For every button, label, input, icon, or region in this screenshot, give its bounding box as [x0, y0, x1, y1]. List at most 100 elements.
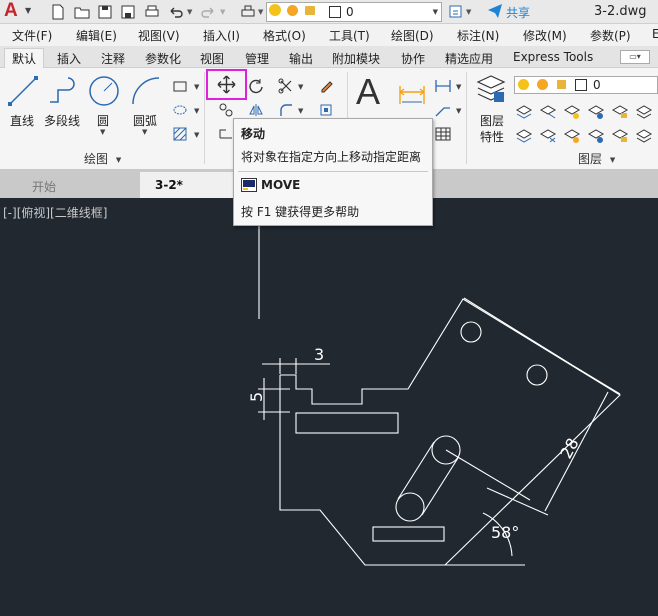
chevron-down-icon[interactable]: ▼: [456, 107, 461, 115]
menu-view[interactable]: 视图(V): [138, 27, 180, 44]
layer-tool-icon[interactable]: [635, 129, 653, 143]
chevron-down-icon[interactable]: ▼: [194, 107, 199, 115]
menu-draw[interactable]: 绘图(D): [391, 27, 434, 44]
arc-tool[interactable]: 圆弧 ▼: [130, 74, 162, 136]
move-icon: [217, 75, 236, 94]
erase-icon[interactable]: [318, 78, 334, 94]
menu-parametric[interactable]: 参数(P): [590, 27, 631, 44]
tab-insert[interactable]: 插入: [57, 50, 81, 67]
chevron-down-icon[interactable]: ▼: [258, 8, 263, 16]
explode-icon[interactable]: [318, 102, 334, 118]
tab-featured-apps[interactable]: 精选应用: [445, 50, 493, 67]
part-outline: [279, 298, 621, 566]
chevron-down-icon[interactable]: ▼: [466, 8, 471, 16]
layer-tool-icon[interactable]: [587, 105, 605, 119]
layer-tool-icon[interactable]: [587, 129, 605, 143]
workspace-icon[interactable]: [448, 4, 464, 20]
unlock-icon: [305, 6, 315, 15]
tab-output[interactable]: 输出: [289, 50, 313, 67]
chevron-down-icon[interactable]: ▼: [220, 8, 225, 16]
polyline-icon: [50, 77, 75, 103]
dimension-label-5: 5: [247, 392, 266, 402]
hole-circle: [460, 321, 482, 343]
layer-tool-icon[interactable]: [563, 129, 581, 143]
circle-label: 圆: [97, 114, 110, 128]
table-icon[interactable]: [434, 126, 452, 142]
layer-tool-icon[interactable]: [611, 105, 629, 118]
stretch-icon[interactable]: [218, 126, 234, 142]
chevron-down-icon[interactable]: ▼: [194, 131, 199, 139]
text-tool[interactable]: A: [354, 72, 386, 116]
new-file-icon[interactable]: [50, 4, 66, 20]
layer-properties-button[interactable]: 图层 特性: [474, 72, 510, 148]
draw-panel-title[interactable]: 绘图 ▼: [84, 150, 121, 166]
layer-state-dropdown[interactable]: 0: [514, 76, 658, 94]
open-folder-icon[interactable]: [74, 4, 90, 20]
trim-icon[interactable]: [278, 78, 294, 94]
menu-dimension[interactable]: 标注(N): [457, 27, 499, 44]
layer-tool-icon[interactable]: [515, 105, 533, 119]
layer-name: 0: [593, 78, 601, 92]
menu-more[interactable]: E: [652, 27, 658, 41]
layer-tool-icon[interactable]: [539, 129, 557, 143]
tab-collaborate[interactable]: 协作: [401, 50, 425, 67]
chevron-down-icon[interactable]: ▼: [298, 83, 303, 91]
save-as-icon[interactable]: [120, 4, 136, 20]
chevron-down-icon[interactable]: ▼: [456, 83, 461, 91]
layer-tool-icon[interactable]: [515, 129, 533, 143]
layer-dropdown[interactable]: 0 ▼: [266, 2, 442, 22]
layer-tool-icon[interactable]: [635, 105, 653, 119]
tooltip-description: 将对象在指定方向上移动指定距离: [241, 150, 422, 164]
panel-divider: [466, 72, 467, 164]
rectangle-icon[interactable]: [172, 78, 188, 94]
menu-edit[interactable]: 编辑(E): [76, 27, 117, 44]
menu-format[interactable]: 格式(O): [263, 27, 306, 44]
tab-addins[interactable]: 附加模块: [332, 50, 380, 67]
print-icon[interactable]: [144, 4, 160, 20]
layer-tools-grid: [514, 100, 658, 146]
menu-insert[interactable]: 插入(I): [203, 27, 240, 44]
tab-manage[interactable]: 管理: [245, 50, 269, 67]
move-button[interactable]: [206, 69, 247, 100]
chevron-down-icon[interactable]: ▼: [298, 107, 303, 115]
dimension-icon[interactable]: [396, 76, 428, 110]
mirror-icon[interactable]: [248, 102, 264, 118]
undo-icon[interactable]: [168, 4, 184, 20]
layer-tool-icon[interactable]: [611, 129, 629, 142]
rotate-icon[interactable]: [248, 78, 264, 94]
tab-express-tools[interactable]: Express Tools: [513, 50, 593, 64]
application-menu-button[interactable]: A ▼: [4, 0, 38, 23]
menu-modify[interactable]: 修改(M): [523, 27, 567, 44]
tab-view[interactable]: 视图: [200, 50, 224, 67]
menu-file[interactable]: 文件(F): [12, 27, 52, 44]
tab-home[interactable]: 默认: [12, 50, 36, 67]
copy-icon[interactable]: [218, 102, 234, 118]
chevron-down-icon[interactable]: ▼: [194, 83, 199, 91]
ribbon-options-button[interactable]: ▭▾: [620, 50, 650, 64]
paper-plane-icon: [488, 4, 502, 18]
start-tab[interactable]: 开始: [18, 172, 128, 198]
line-tool[interactable]: 直线: [6, 74, 40, 130]
layers-panel-title[interactable]: 图层 ▼: [578, 150, 615, 166]
polyline-tool[interactable]: 多段线: [44, 74, 84, 130]
fillet-icon[interactable]: [278, 102, 294, 118]
drawing-canvas[interactable]: [-][俯视][二维线框] 3 5 28 58°: [0, 198, 658, 616]
tooltip-title: 移动: [241, 127, 266, 141]
leader-icon[interactable]: [434, 102, 452, 118]
linear-dim-icon[interactable]: [434, 78, 452, 94]
circle-tool[interactable]: 圆 ▼: [88, 74, 120, 136]
layer-tool-icon[interactable]: [563, 105, 581, 119]
menu-tools[interactable]: 工具(T): [329, 27, 370, 44]
pin-tangent: [397, 441, 435, 500]
tab-parametric[interactable]: 参数化: [145, 50, 181, 67]
drawing-tab[interactable]: 3-2*: [140, 172, 240, 198]
save-icon[interactable]: [97, 4, 113, 20]
window-title: 3-2.dwg: [594, 4, 647, 19]
tab-annotate[interactable]: 注释: [101, 50, 125, 67]
chevron-down-icon[interactable]: ▼: [187, 8, 192, 16]
layer-tool-icon[interactable]: [539, 105, 557, 119]
redo-icon[interactable]: [200, 4, 216, 20]
hatch-icon[interactable]: [172, 102, 188, 118]
gradient-icon[interactable]: [172, 126, 188, 142]
plot-icon[interactable]: [240, 4, 256, 20]
